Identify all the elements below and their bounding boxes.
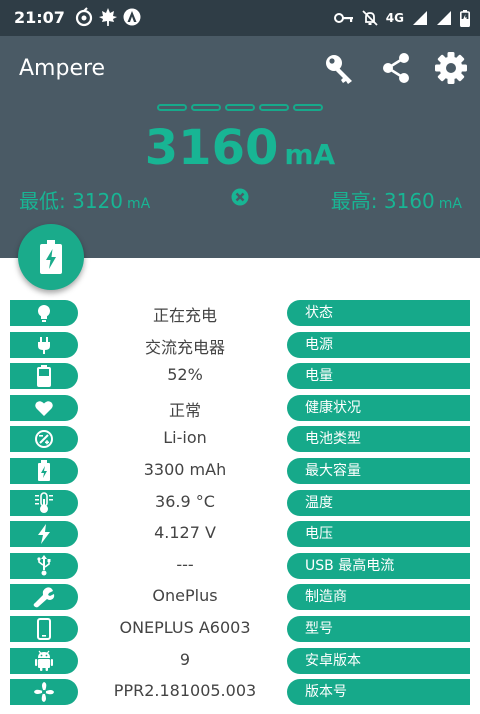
battery-icon (10, 363, 78, 390)
settings-icon[interactable] (434, 51, 468, 85)
reset-minmax-button[interactable] (231, 188, 249, 206)
thermometer-icon (10, 489, 78, 516)
max-unit: mA (438, 196, 462, 212)
heart-icon (10, 394, 78, 421)
list-item: 正常 健康状况 (0, 393, 480, 425)
list-item: 36.9 °C 温度 (0, 488, 480, 520)
notification-app-icon (123, 8, 141, 26)
app-title: Ampere (19, 56, 106, 81)
fan-icon (10, 679, 78, 706)
list-item: 3300 mAh 最大容量 (0, 456, 480, 488)
phone-icon (10, 615, 78, 642)
row-value: 4.127 V (154, 523, 216, 543)
row-value: 9 (179, 649, 191, 669)
charge-progress-indicator (157, 104, 323, 111)
row-value: 52% (167, 365, 203, 385)
row-label: 电量 (287, 363, 470, 390)
status-bar: 21:07 4G (0, 0, 480, 36)
max-reading: 最高: 3160 mA (331, 185, 462, 214)
row-value: 交流充电器 (144, 337, 225, 357)
list-item: 52% 电量 (0, 361, 480, 393)
bolt-icon (10, 521, 78, 548)
row-label: 制造商 (287, 584, 470, 611)
battery-charging-icon (40, 240, 62, 274)
current-reading: 3160 mA (0, 120, 480, 176)
header: Ampere 3160 mA 最低: 3120 mA 最高: 3160 mA (0, 36, 480, 258)
row-label: USB 最高电流 (287, 552, 470, 579)
list-item: Li-ion 电池类型 (0, 424, 480, 456)
list-item: OnePlus 制造商 (0, 582, 480, 614)
status-time: 21:07 (14, 8, 65, 27)
wrench-icon (10, 584, 78, 611)
network-type: 4G (385, 11, 404, 25)
min-unit: mA (127, 196, 151, 212)
row-value: 正在充电 (152, 306, 217, 325)
list-item: 交流充电器 电源 (0, 330, 480, 362)
android-icon (10, 647, 78, 674)
signal-icon (413, 11, 427, 25)
progress-segment (225, 104, 255, 111)
usb-icon (10, 552, 78, 579)
list-item: 正在充电 状态 (0, 298, 480, 330)
list-item: 9 安卓版本 (0, 646, 480, 678)
max-label: 最高: 3160 (330, 189, 435, 213)
row-value: 正常 (168, 400, 201, 420)
progress-segment (157, 104, 187, 111)
plug-icon (10, 331, 78, 358)
bell-off-icon (362, 10, 378, 26)
row-value: ONEPLUS A6003 (119, 617, 251, 637)
signal-icon-2 (437, 11, 451, 25)
progress-segment (259, 104, 289, 111)
list-item: --- USB 最高电流 (0, 551, 480, 583)
maple-leaf-icon (99, 8, 117, 26)
row-value: 36.9 °C (155, 491, 215, 511)
current-unit: mA (284, 138, 336, 171)
row-value: OnePlus (152, 586, 218, 606)
row-value: 3300 mAh (143, 459, 227, 479)
row-label: 安卓版本 (287, 647, 470, 674)
status-icons: 4G (333, 9, 470, 27)
circle-app-icon (75, 7, 93, 27)
battery-info-list: 正在充电 状态 交流充电器 电源 52% 电量 正常 健康状况 Li-ion 电… (0, 298, 480, 709)
min-label: 最低: 3120 (19, 189, 123, 213)
list-item: 4.127 V 电压 (0, 519, 480, 551)
battery-fab-button[interactable] (18, 224, 84, 290)
row-value: --- (176, 554, 194, 574)
row-label: 电池类型 (287, 426, 470, 453)
row-label: 电源 (287, 331, 470, 358)
list-item: PPR2.181005.003 版本号 (0, 677, 480, 709)
row-label: 版本号 (287, 679, 470, 706)
list-item: ONEPLUS A6003 型号 (0, 614, 480, 646)
row-label: 最大容量 (287, 457, 470, 484)
share-icon[interactable] (379, 51, 413, 85)
row-label: 电压 (287, 521, 470, 548)
battery-type-icon (10, 426, 78, 453)
row-label: 温度 (287, 489, 470, 516)
battery-capacity-icon (10, 457, 78, 484)
bulb-icon (10, 300, 78, 326)
battery-charging-icon (460, 9, 470, 27)
row-value: Li-ion (163, 428, 207, 448)
vpn-key-icon (333, 13, 353, 23)
row-label: 健康状况 (287, 394, 470, 421)
row-label: 状态 (287, 300, 470, 326)
min-reading: 最低: 3120 mA (19, 185, 150, 214)
progress-segment (293, 104, 323, 111)
current-value: 3160 (144, 120, 279, 176)
row-value: PPR2.181005.003 (113, 681, 257, 701)
row-label: 型号 (287, 615, 470, 642)
key-icon[interactable] (322, 51, 356, 85)
progress-segment (191, 104, 221, 111)
